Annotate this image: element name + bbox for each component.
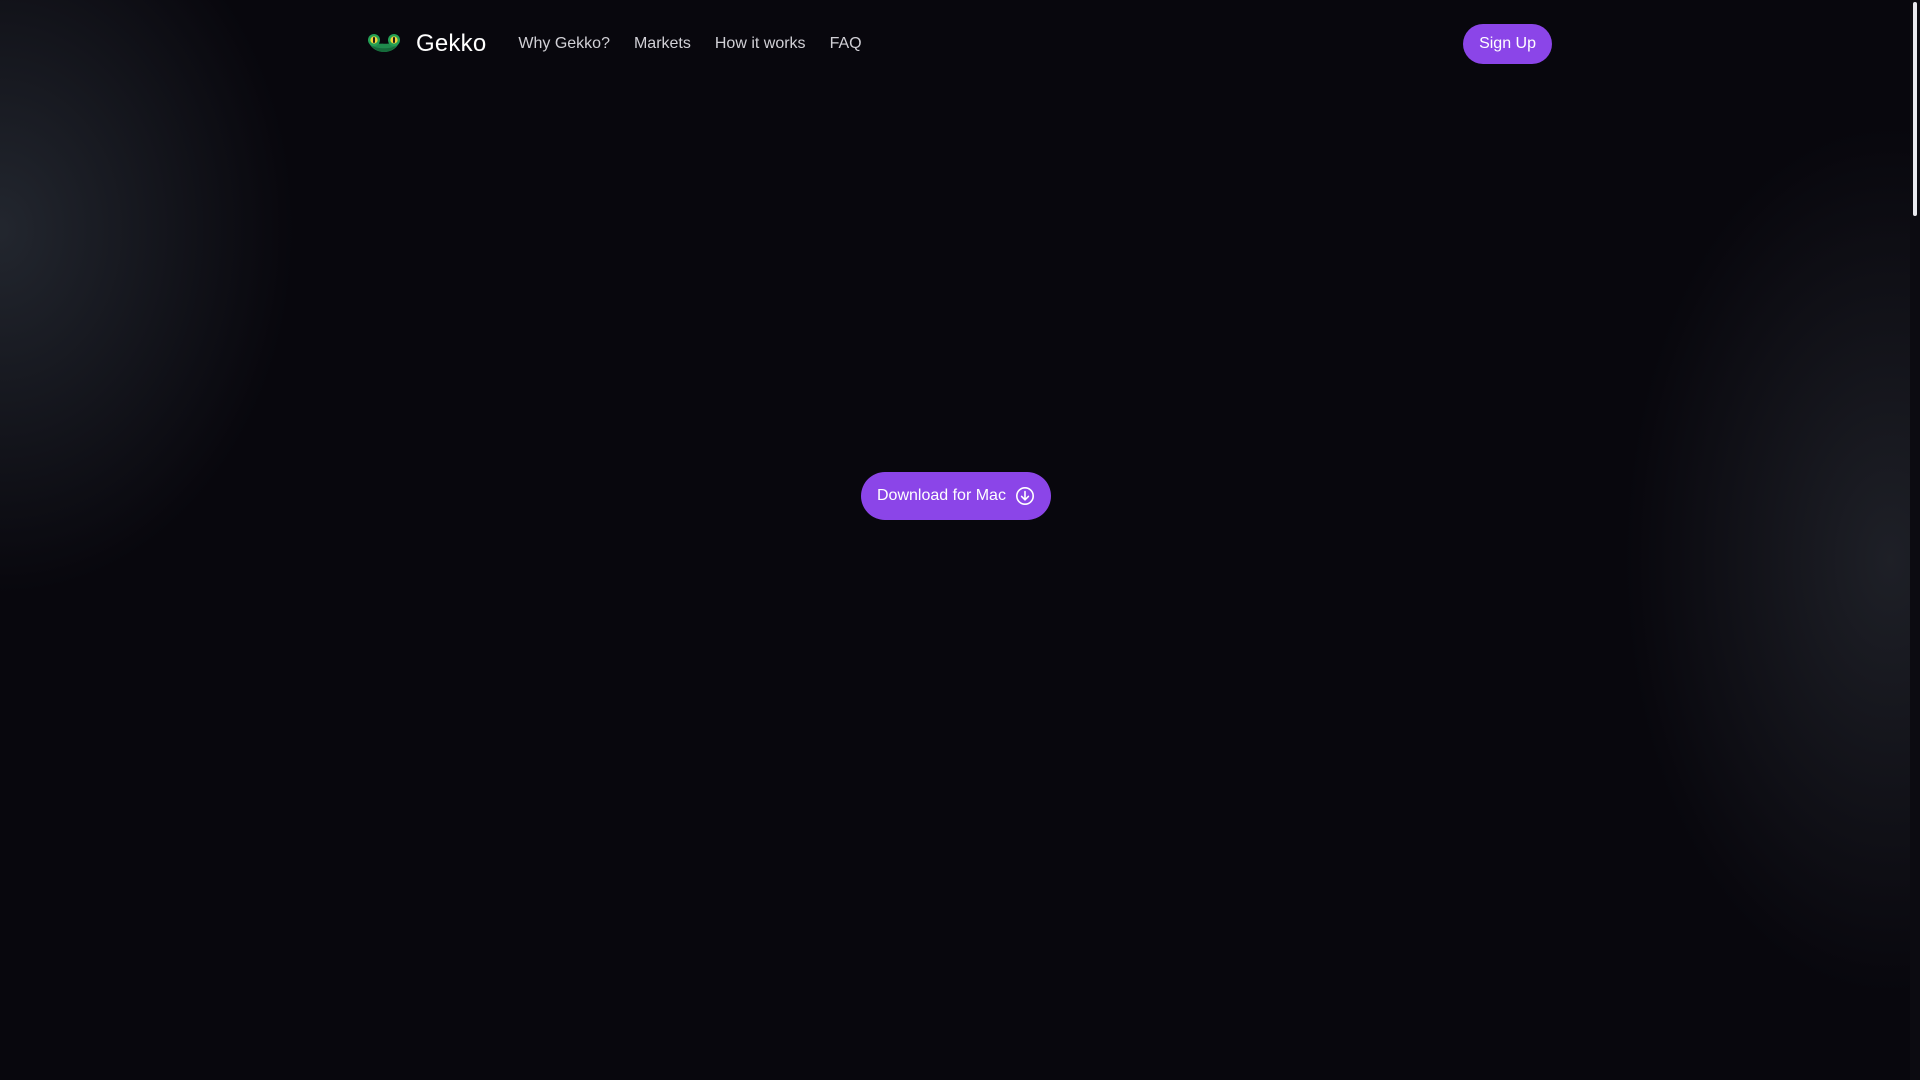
download-for-mac-button[interactable]: Download for Mac (861, 472, 1051, 520)
sign-up-button[interactable]: Sign Up (1463, 24, 1552, 64)
brand-name: Gekko (416, 30, 487, 57)
nav-link-why-gekko[interactable]: Why Gekko? (518, 35, 610, 53)
vertical-scrollbar[interactable] (1910, 0, 1920, 1080)
scrollbar-thumb[interactable] (1913, 2, 1917, 216)
nav-links: Why Gekko? Markets How it works FAQ (518, 35, 861, 53)
nav-link-how-it-works[interactable]: How it works (715, 35, 806, 53)
brand-logo[interactable]: Gekko (366, 30, 486, 58)
nav-link-faq[interactable]: FAQ (830, 35, 862, 53)
page: Gekko Why Gekko? Markets How it works FA… (0, 0, 1920, 1080)
download-circle-icon (1015, 487, 1034, 505)
download-button-label: Download for Mac (877, 487, 1006, 504)
top-nav: Gekko Why Gekko? Markets How it works FA… (366, 24, 1552, 64)
gekko-head-icon (368, 34, 400, 52)
nav-link-markets[interactable]: Markets (634, 35, 691, 53)
